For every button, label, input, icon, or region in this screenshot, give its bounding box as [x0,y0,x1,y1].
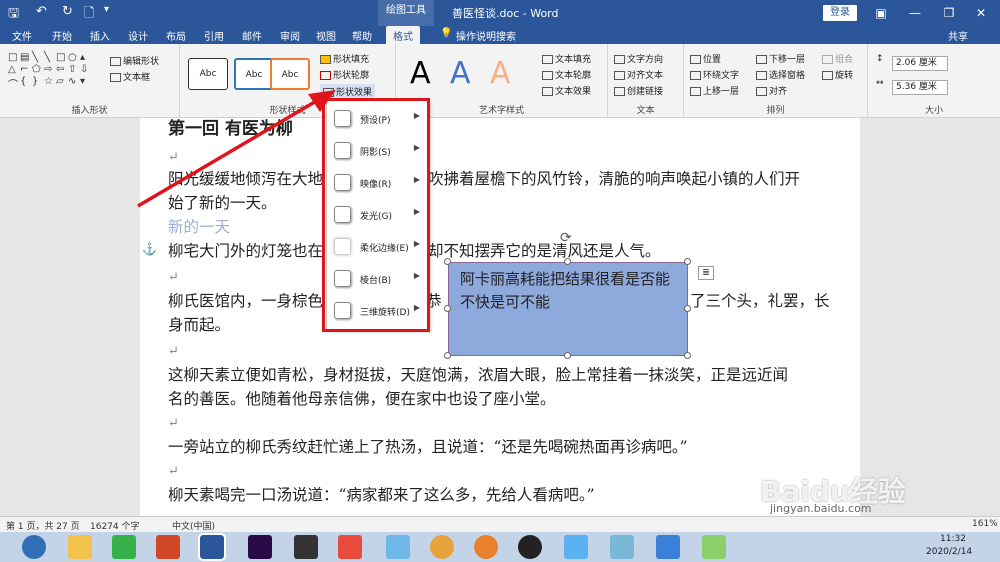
qq-icon[interactable] [518,535,542,559]
app-icon-2[interactable] [386,535,410,559]
page-count[interactable]: 第 1 页，共 27 页 [6,519,80,532]
taskbar: 11:32 2020/2/14 [0,532,1000,562]
clock-time[interactable]: 11:32 [940,534,966,544]
wps-icon[interactable] [656,535,680,559]
powerpoint-icon[interactable] [156,535,180,559]
browser-icon[interactable] [474,535,498,559]
chrome-icon[interactable] [430,535,454,559]
zoom-level[interactable]: 161% [972,519,998,529]
video-editor-icon[interactable] [294,535,318,559]
word-count[interactable]: 16274 个字 [90,519,140,532]
word-icon[interactable] [198,533,226,561]
status-bar: 第 1 页，共 27 页 16274 个字 中文(中国) 161% [0,516,1000,532]
app-icon-3[interactable] [564,535,588,559]
start-icon[interactable] [22,535,46,559]
file-explorer-icon[interactable] [68,535,92,559]
watermark-url: jingyan.baidu.com [770,502,872,515]
language[interactable]: 中文(中国) [172,519,215,532]
premiere-icon[interactable] [248,535,272,559]
clock-date[interactable]: 2020/2/14 [926,547,972,557]
wechat-icon[interactable] [112,535,136,559]
app-icon-5[interactable] [702,535,726,559]
app-icon-1[interactable] [338,535,362,559]
app-icon-4[interactable] [610,535,634,559]
